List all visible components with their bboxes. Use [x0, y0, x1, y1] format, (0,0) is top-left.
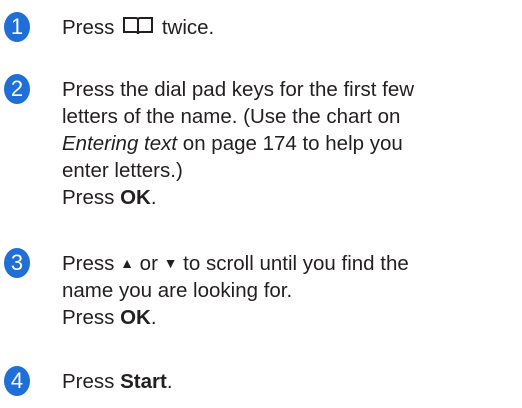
step-line: Press twice.: [62, 14, 518, 41]
address-book-icon: [123, 17, 154, 35]
instruction-steps: 1 Press twice. 2 Press the dial pad keys…: [0, 0, 522, 408]
step-line: enter letters.): [62, 159, 183, 182]
step-text-or: or: [133, 252, 164, 275]
step-text-period: .: [166, 370, 173, 393]
step-line: Entering text on page 174 to help you: [62, 130, 518, 157]
down-arrow-icon: ▼: [163, 255, 178, 271]
step-text-press: Press: [62, 306, 121, 329]
step-text: Press ▲ or ▼ to scroll until you find th…: [62, 250, 518, 331]
step-text-press: Press: [62, 252, 121, 275]
step-number-badge: 1: [4, 12, 30, 42]
step-text-rest: to scroll until you find the: [177, 252, 409, 275]
step-line: Press OK.: [62, 184, 518, 211]
ok-key-label: OK: [120, 306, 151, 329]
step-line: name you are looking for.: [62, 279, 293, 302]
step-text: Press the dial pad keys for the first fe…: [62, 76, 518, 211]
start-key-label: Start: [120, 370, 167, 393]
step-line: Press the dial pad keys for the first fe…: [62, 78, 415, 101]
step-number-badge: 4: [4, 366, 30, 396]
step-line: Press OK.: [62, 304, 518, 331]
step-number-badge: 3: [4, 248, 30, 278]
step-text-period: .: [150, 186, 157, 209]
step-text-press: Press: [62, 186, 121, 209]
step-number-badge: 2: [4, 74, 30, 104]
entering-text-link[interactable]: Entering text: [62, 132, 177, 155]
step-text-press: Press: [62, 370, 121, 393]
step-line: letters of the name. (Use the chart on: [62, 105, 401, 128]
step-text-period: .: [150, 306, 157, 329]
step-text-rest: on page 174 to help you: [177, 132, 403, 155]
up-arrow-icon: ▲: [120, 255, 134, 271]
step-text-twice: twice.: [161, 16, 215, 39]
step-text: Press Start.: [62, 368, 518, 395]
step-line: Press Start.: [62, 368, 518, 395]
step-text: Press twice.: [62, 14, 518, 41]
step-text-press: Press: [62, 16, 115, 39]
ok-key-label: OK: [120, 186, 151, 209]
step-line: Press ▲ or ▼ to scroll until you find th…: [62, 250, 518, 277]
